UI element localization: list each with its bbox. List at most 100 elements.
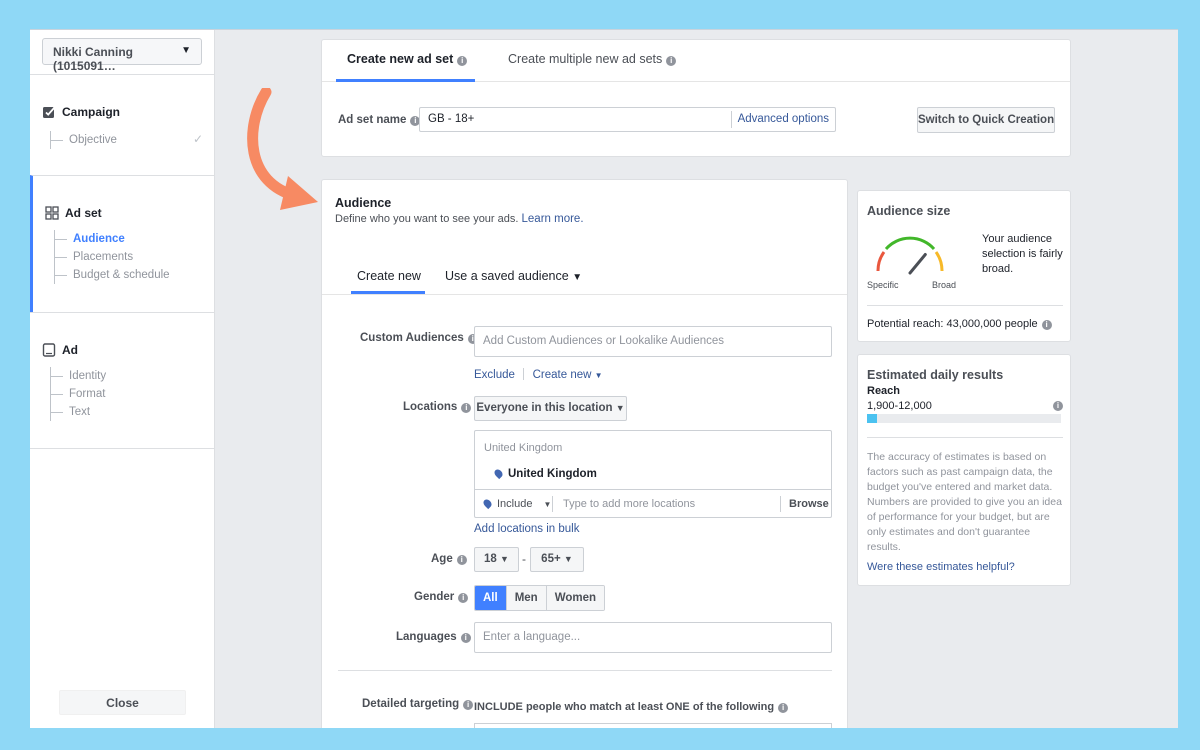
account-name: Nikki Canning (1015091… xyxy=(53,45,134,73)
sidebar-item-text[interactable]: Text xyxy=(51,403,106,421)
sidebar-item-format[interactable]: Format xyxy=(51,385,106,403)
create-new-link[interactable]: Create new ▼ xyxy=(533,369,603,381)
add-locations-bulk-link[interactable]: Add locations in bulk xyxy=(474,523,579,535)
age-max-select[interactable]: 65+ ▼ xyxy=(530,547,584,572)
tab-underline xyxy=(336,79,475,82)
add-location-input[interactable]: Type to add more locations xyxy=(563,498,695,510)
gender-men-button[interactable]: Men xyxy=(506,586,547,610)
caret-down-icon: ▼ xyxy=(572,272,583,283)
ad-tablet-icon xyxy=(42,343,56,357)
estimates-helpful-link[interactable]: Were these estimates helpful? xyxy=(867,561,1015,573)
adset-title: Ad set xyxy=(65,206,102,220)
account-selector[interactable]: Nikki Canning (1015091… ▼ xyxy=(42,38,202,73)
divider xyxy=(523,368,525,380)
info-icon: i xyxy=(456,555,467,565)
gender-women-button[interactable]: Women xyxy=(546,586,605,610)
sidebar: Nikki Canning (1015091… ▼ Campaign Objec… xyxy=(30,30,215,728)
tab-use-saved-audience[interactable]: Use a saved audience ▼ xyxy=(445,269,582,283)
age-min-select[interactable]: 18 ▼ xyxy=(474,547,519,572)
include-select[interactable]: Include ▼ xyxy=(481,497,552,510)
reach-label: Reach xyxy=(867,385,901,397)
campaign-check-icon xyxy=(43,106,56,118)
sidebar-item-placements[interactable]: Placements xyxy=(55,248,170,266)
custom-audiences-input[interactable]: Add Custom Audiences or Lookalike Audien… xyxy=(474,326,832,357)
exclude-link[interactable]: Exclude xyxy=(474,369,515,381)
age-label: Age i xyxy=(431,553,467,565)
checkmark-icon: ✓ xyxy=(192,132,203,146)
info-icon: i xyxy=(1041,320,1052,330)
tab-create-new-adset[interactable]: Create new ad set i xyxy=(347,52,468,66)
location-entry-row: Include ▼ Type to add more locations Bro… xyxy=(475,489,831,518)
audience-size-title: Audience size xyxy=(867,204,951,218)
sidebar-section-adset[interactable]: Ad set Audience Placements Budget & sche… xyxy=(30,175,215,312)
audience-card: Audience Define who you want to see your… xyxy=(321,179,848,728)
reach-bar-fill xyxy=(867,414,877,423)
close-button[interactable]: Close xyxy=(59,690,186,715)
location-pin-icon xyxy=(492,467,505,480)
languages-label: Languages i xyxy=(396,631,471,643)
audience-title: Audience xyxy=(335,196,392,210)
reach-bar xyxy=(867,414,1061,423)
detailed-targeting-label: Detailed targeting i xyxy=(362,698,474,710)
sidebar-section-ad[interactable]: Ad Identity Format Text xyxy=(30,312,215,449)
caret-down-icon: ▼ xyxy=(500,554,509,564)
adset-name-card: Create new ad set i Create multiple new a… xyxy=(321,39,1071,157)
estimated-results-title: Estimated daily results xyxy=(867,368,1004,382)
estimated-results-card: Estimated daily results Reach 1,900-12,0… xyxy=(857,354,1071,586)
adset-name-value: GB - 18+ xyxy=(428,113,475,125)
divider xyxy=(867,305,1063,306)
sidebar-item-budget-schedule[interactable]: Budget & schedule xyxy=(55,266,170,284)
caret-down-icon: ▼ xyxy=(181,45,191,56)
sidebar-item-audience[interactable]: Audience xyxy=(55,230,170,248)
tab-create-new[interactable]: Create new xyxy=(357,269,421,283)
locations-label: Locations i xyxy=(403,401,472,413)
info-icon: i xyxy=(1053,401,1063,411)
learn-more-link[interactable]: Learn more. xyxy=(522,213,584,225)
gender-all-button[interactable]: All xyxy=(475,586,507,610)
gauge-needle xyxy=(908,253,927,275)
adset-tree: Audience Placements Budget & schedule xyxy=(54,230,170,284)
estimates-note: The accuracy of estimates is based on fa… xyxy=(867,451,1062,553)
info-icon: i xyxy=(457,56,468,66)
audience-size-description: Your audience selection is fairly broad. xyxy=(982,233,1063,275)
info-icon: i xyxy=(461,403,472,413)
sidebar-item-identity[interactable]: Identity xyxy=(51,367,106,385)
caret-down-icon: ▼ xyxy=(615,403,625,413)
reach-range: 1,900-12,000 xyxy=(867,400,932,412)
potential-reach: Potential reach: 43,000,000 people i xyxy=(867,318,1052,330)
switch-quick-creation-button[interactable]: Switch to Quick Creation xyxy=(917,107,1055,133)
sidebar-section-campaign[interactable]: Campaign Objective ✓ xyxy=(30,74,215,175)
location-country-header: United Kingdom xyxy=(484,442,563,454)
divider xyxy=(867,437,1063,438)
adset-name-input[interactable]: GB - 18+ Advanced options xyxy=(419,107,836,132)
location-pin-icon xyxy=(481,497,494,510)
gender-label: Gender i xyxy=(414,591,469,603)
ad-tree: Identity Format Text xyxy=(50,367,106,421)
info-icon: i xyxy=(463,700,474,710)
advanced-options-link[interactable]: Advanced options xyxy=(730,111,835,128)
creation-tabs: Create new ad set i Create multiple new a… xyxy=(322,40,1070,82)
caret-down-icon: ▼ xyxy=(594,371,603,380)
caret-down-icon: ▼ xyxy=(543,500,552,509)
campaign-title: Campaign xyxy=(62,105,121,119)
ad-title: Ad xyxy=(62,343,78,357)
browse-button[interactable]: Browse xyxy=(789,498,829,510)
age-separator: - xyxy=(522,552,526,566)
audience-tabs: Create new Use a saved audience ▼ xyxy=(322,253,847,295)
detailed-targeting-box[interactable] xyxy=(474,723,832,728)
info-icon: i xyxy=(460,633,471,643)
selected-location[interactable]: United Kingdom xyxy=(492,467,597,480)
annotation-arrow-icon xyxy=(247,88,318,210)
tab-create-multiple-adsets[interactable]: Create multiple new ad sets i xyxy=(508,52,677,66)
adset-grid-icon xyxy=(45,206,59,220)
locations-box: United Kingdom United Kingdom Include ▼ … xyxy=(474,430,832,518)
custom-audiences-actions: Exclude Create new ▼ xyxy=(474,367,603,381)
ads-manager-window: Nikki Canning (1015091… ▼ Campaign Objec… xyxy=(30,29,1178,728)
audience-gauge xyxy=(876,236,944,275)
detailed-targeting-description: INCLUDE people who match at least ONE of… xyxy=(474,701,789,713)
custom-audiences-label: Custom Audiences i xyxy=(360,332,478,344)
languages-input[interactable]: Enter a language... xyxy=(474,622,832,653)
audience-subtitle: Define who you want to see your ads. Lea… xyxy=(335,213,584,225)
sidebar-item-objective[interactable]: Objective xyxy=(51,131,117,149)
locations-type-select[interactable]: Everyone in this location ▼ xyxy=(474,396,627,421)
